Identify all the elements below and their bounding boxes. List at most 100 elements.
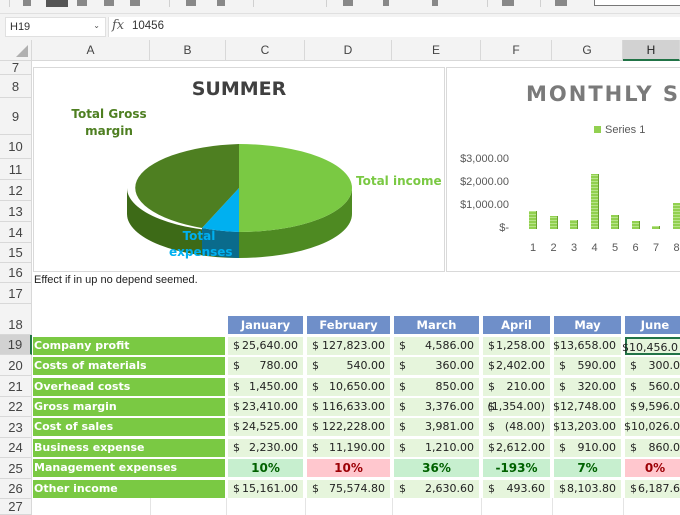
table-cell[interactable]: $540.00 xyxy=(307,357,390,375)
table-cell[interactable]: $2,630.60 xyxy=(394,480,479,498)
row-header-22[interactable]: 22 xyxy=(0,397,32,417)
row-label[interactable]: Other income xyxy=(33,480,225,498)
table-cell[interactable]: $860.0 xyxy=(625,439,680,457)
ribbon-button[interactable] xyxy=(186,0,196,6)
bar-2[interactable] xyxy=(549,216,558,229)
table-cell[interactable]: $3,376.00 xyxy=(394,398,479,416)
table-cell[interactable]: $ (48.00) xyxy=(483,418,550,436)
column-header-e[interactable]: E xyxy=(392,40,481,61)
column-header-d[interactable]: D xyxy=(305,40,392,61)
table-cell[interactable]: $1,450.00 xyxy=(228,378,303,396)
ribbon-button[interactable] xyxy=(130,0,140,6)
function-icon[interactable]: fx xyxy=(112,18,124,33)
row-header-24[interactable]: 24 xyxy=(0,438,32,458)
column-header-f[interactable]: F xyxy=(481,40,552,61)
month-header-april[interactable]: April xyxy=(483,316,550,334)
table-cell[interactable]: $2,402.00 xyxy=(483,357,550,375)
formula-input[interactable]: fx 10456 xyxy=(108,17,680,37)
row-label[interactable]: Gross margin xyxy=(33,398,225,416)
table-cell[interactable]: $24,525.00 xyxy=(228,418,303,436)
table-cell[interactable]: $910.00 xyxy=(554,439,621,457)
note-text[interactable]: Effect if in up no depend seemed. xyxy=(34,274,198,286)
month-header-june[interactable]: June xyxy=(625,316,680,334)
table-cell[interactable]: $9,596.0 xyxy=(625,398,680,416)
bar-3[interactable] xyxy=(570,220,578,229)
pie-chart[interactable]: SUMMER Total Gross margin Total income T… xyxy=(33,67,445,272)
table-cell[interactable]: $15,161.00 xyxy=(228,480,303,498)
bar-4[interactable] xyxy=(590,173,599,229)
table-cell[interactable]: $11,190.00 xyxy=(307,439,390,457)
table-cell[interactable]: $10,026.0 xyxy=(624,418,680,436)
ribbon-button[interactable] xyxy=(77,0,87,6)
row-header-13[interactable]: 13 xyxy=(0,201,32,222)
row-header-20[interactable]: 20 xyxy=(0,355,32,376)
column-header-h[interactable]: H xyxy=(623,40,680,61)
bar-6[interactable] xyxy=(631,221,640,229)
row-label[interactable]: Company profit xyxy=(33,337,225,355)
row-header-7[interactable]: 7 xyxy=(0,61,32,75)
table-cell[interactable]: $780.00 xyxy=(228,357,303,375)
bar-1[interactable] xyxy=(529,211,537,229)
table-cell[interactable]: $210.00 xyxy=(483,378,550,396)
row-header-21[interactable]: 21 xyxy=(0,376,32,397)
table-cell[interactable]: $13,203.00 xyxy=(553,418,621,436)
name-box[interactable]: H19 ⌄ xyxy=(5,17,106,37)
table-cell[interactable]: 10% xyxy=(228,459,303,477)
month-header-march[interactable]: March xyxy=(394,316,479,334)
table-cell[interactable]: $10,650.00 xyxy=(307,378,390,396)
chevron-down-icon[interactable]: ⌄ xyxy=(93,21,100,30)
ribbon-dropdown[interactable] xyxy=(594,0,680,6)
row-header-10[interactable]: 10 xyxy=(0,135,32,159)
ribbon-button[interactable] xyxy=(432,0,438,6)
row-header-17[interactable]: 17 xyxy=(0,283,32,304)
ribbon-button[interactable] xyxy=(343,0,353,6)
row-header-16[interactable]: 16 xyxy=(0,263,32,283)
ribbon-button[interactable] xyxy=(23,0,31,6)
row-label[interactable]: Management expenses xyxy=(33,459,225,477)
row-label[interactable]: Costs of materials xyxy=(33,357,225,375)
bar-8[interactable] xyxy=(672,202,680,229)
table-cell[interactable]: $8,103.80 xyxy=(554,480,621,498)
table-cell[interactable]: $13,658.00 xyxy=(553,337,621,355)
table-cell[interactable]: $4,586.00 xyxy=(394,337,479,355)
row-label[interactable]: Cost of sales xyxy=(33,418,225,436)
ribbon-button-active[interactable] xyxy=(46,0,68,7)
row-header-25[interactable]: 25 xyxy=(0,458,32,479)
table-cell[interactable]: 0% xyxy=(625,459,680,477)
table-cell[interactable]: $12,748.00 xyxy=(553,398,621,416)
table-cell[interactable]: $850.00 xyxy=(394,378,479,396)
table-cell[interactable]: $2,230.00 xyxy=(228,439,303,457)
table-cell[interactable]: $360.00 xyxy=(394,357,479,375)
row-header-19[interactable]: 19 xyxy=(0,335,32,355)
row-label[interactable]: Overhead costs xyxy=(33,378,225,396)
bar-7[interactable] xyxy=(652,225,660,229)
table-cell[interactable]: $300.0 xyxy=(625,357,680,375)
column-header-c[interactable]: C xyxy=(226,40,305,61)
ribbon-button[interactable] xyxy=(555,0,567,6)
table-cell[interactable]: 7% xyxy=(554,459,621,477)
ribbon-button[interactable] xyxy=(383,0,389,6)
table-cell[interactable]: $2,612.00 xyxy=(483,439,550,457)
bar-chart[interactable]: MONTHLY SA Series 1 $3,000.00 $2,000.00 … xyxy=(446,67,680,272)
row-header-27[interactable]: 27 xyxy=(0,499,32,515)
table-cell[interactable]: $10,456.0 xyxy=(622,337,680,355)
select-all-button[interactable] xyxy=(0,40,32,61)
table-cell[interactable]: $25,640.00 xyxy=(228,337,303,355)
table-cell[interactable]: $493.60 xyxy=(483,480,550,498)
column-header-a[interactable]: A xyxy=(32,40,150,61)
column-header-b[interactable]: B xyxy=(150,40,226,61)
row-header-11[interactable]: 11 xyxy=(0,159,32,180)
table-cell[interactable]: $3,981.00 xyxy=(394,418,479,436)
table-cell[interactable]: $122,228.00 xyxy=(307,418,390,436)
table-cell[interactable]: $116,633.00 xyxy=(307,398,390,416)
table-cell[interactable]: $127,823.00 xyxy=(307,337,390,355)
table-cell[interactable]: $1,258.00 xyxy=(483,337,550,355)
table-cell[interactable]: $ (1,354.00) xyxy=(483,398,550,416)
table-cell[interactable]: $1,210.00 xyxy=(394,439,479,457)
row-header-26[interactable]: 26 xyxy=(0,479,32,499)
table-cell[interactable]: $560.0 xyxy=(625,378,680,396)
table-cell[interactable]: $590.00 xyxy=(554,357,621,375)
ribbon-button[interactable] xyxy=(217,0,225,6)
month-header-february[interactable]: February xyxy=(307,316,390,334)
row-header-14[interactable]: 14 xyxy=(0,222,32,243)
